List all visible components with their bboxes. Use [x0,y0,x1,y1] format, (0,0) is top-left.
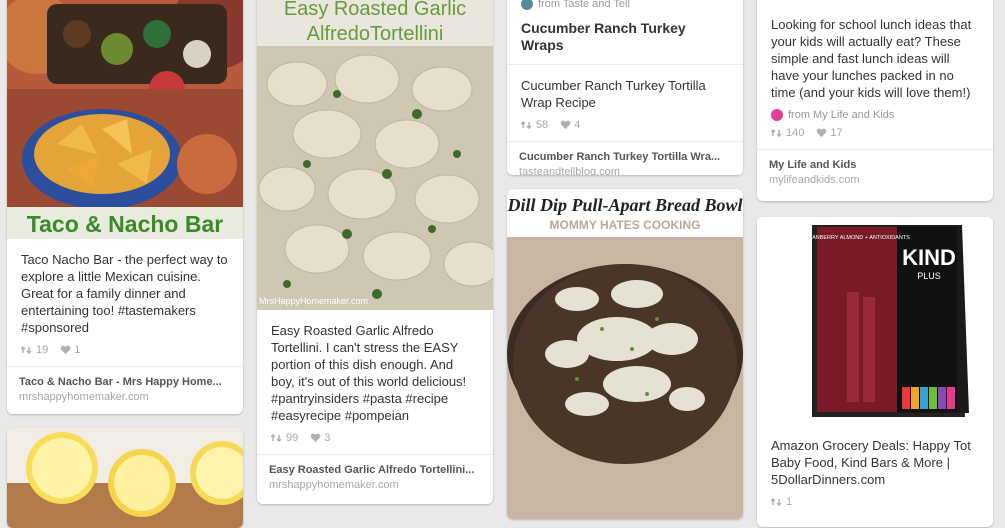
kind-bar-box-photo: CRANBERRY ALMOND + ANTIOXIDANTS KIND PLU… [757,217,993,427]
repin-count: 140 [771,127,804,139]
pin-stats: 19 1 [7,344,243,366]
pin-card-school-lunch[interactable]: Looking for school lunch ideas that your… [757,0,993,201]
attribution-domain[interactable]: mrshappyhomemaker.com [269,479,481,491]
pin-card-taco-nacho-bar[interactable]: Taco & Nacho Bar Taco Nacho Bar - the pe… [7,0,243,414]
lemon-photo [7,428,243,528]
pin-stats: 140 17 [757,127,993,149]
attribution-domain[interactable]: mrshappyhomemaker.com [19,391,231,403]
pin-description: Looking for school lunch ideas that your… [771,17,972,100]
repin-count: 1 [771,496,792,508]
pin-description: Taco Nacho Bar - the perfect way to expl… [21,252,228,335]
pin-attribution[interactable]: Easy Roasted Garlic Alfredo Tortellini..… [257,454,493,501]
pin-card-dill-dip-bread[interactable]: Dill Dip Pull-Apart Bread Bowl MOMMY HAT… [507,189,743,519]
repin-count: 19 [21,344,48,356]
heart-icon [560,120,571,130]
repin-icon [771,497,783,507]
pin-image[interactable]: Taco & Nacho Bar [7,0,243,239]
box-plus: PLUS [917,271,941,281]
like-count: 17 [816,127,843,139]
pin-card-cucumber-wraps[interactable]: from Taste and Tell Cucumber Ranch Turke… [507,0,743,175]
pin-image[interactable]: Easy Roasted Garlic AlfredoTortellini Mr… [257,0,493,310]
attribution-title[interactable]: My Life and Kids [769,159,981,171]
pin-attribution[interactable]: Cucumber Ranch Turkey Tortilla Wra... ta… [507,141,743,175]
box-brand: KIND [902,245,956,270]
image-caption: Taco & Nacho Bar [27,211,223,237]
attribution-title[interactable]: Easy Roasted Garlic Alfredo Tortellini..… [269,464,481,476]
image-watermark: MrsHappyHomemaker.com [259,296,368,306]
taco-bar-photo: Taco & Nacho Bar [7,0,243,239]
repin-icon [271,433,283,443]
attribution-title[interactable]: Taco & Nacho Bar - Mrs Happy Home... [19,376,231,388]
heart-icon [310,433,321,443]
pin-source[interactable]: from Taste and Tell [507,0,743,16]
pin-card-garlic-alfredo[interactable]: Easy Roasted Garlic AlfredoTortellini Mr… [257,0,493,504]
image-caption-line2: MOMMY HATES COOKING [550,218,701,232]
pin-title: Cucumber Ranch Turkey Wraps [521,20,686,53]
source-avatar [521,0,533,10]
pin-description: Easy Roasted Garlic Alfredo Tortellini. … [271,323,467,423]
pin-image[interactable]: CRANBERRY ALMOND + ANTIOXIDANTS KIND PLU… [757,217,993,427]
pin-attribution[interactable]: My Life and Kids mylifeandkids.com [757,149,993,196]
bread-bowl-photo: Dill Dip Pull-Apart Bread Bowl MOMMY HAT… [507,189,743,519]
repin-count: 58 [521,119,548,131]
tortellini-photo: Easy Roasted Garlic AlfredoTortellini Mr… [257,0,493,310]
repin-icon [521,120,533,130]
pin-stats: 58 4 [507,119,743,141]
pin-image[interactable]: Dill Dip Pull-Apart Bread Bowl MOMMY HAT… [507,189,743,519]
attribution-domain[interactable]: mylifeandkids.com [769,174,981,186]
like-count: 3 [310,432,330,444]
pin-stats: 1 [757,496,993,518]
pin-stats: 99 3 [257,432,493,454]
image-caption-line1: Dill Dip Pull-Apart Bread Bowl [507,195,743,215]
pin-description: Cucumber Ranch Turkey Tortilla Wrap Reci… [521,78,706,110]
attribution-domain[interactable]: tasteandtellblog.com [519,166,731,175]
heart-icon [816,128,827,138]
repin-count: 99 [271,432,298,444]
pin-card-lemon[interactable] [7,428,243,528]
repin-icon [771,128,783,138]
image-caption-line2: AlfredoTortellini [307,23,444,45]
image-caption-line1: Easy Roasted Garlic [284,0,466,20]
pin-description: Amazon Grocery Deals: Happy Tot Baby Foo… [771,438,971,487]
pin-card-kind-bars[interactable]: CRANBERRY ALMOND + ANTIOXIDANTS KIND PLU… [757,217,993,527]
repin-icon [21,345,33,355]
heart-icon [60,345,71,355]
like-count: 1 [60,344,80,356]
pin-source[interactable]: from My Life and Kids [757,109,993,127]
pin-attribution[interactable]: Taco & Nacho Bar - Mrs Happy Home... mrs… [7,366,243,413]
attribution-title[interactable]: Cucumber Ranch Turkey Tortilla Wra... [519,151,731,163]
box-flavor: CRANBERRY ALMOND + ANTIOXIDANTS [804,235,910,241]
source-avatar [771,109,783,121]
like-count: 4 [560,119,580,131]
pin-image[interactable] [7,428,243,528]
